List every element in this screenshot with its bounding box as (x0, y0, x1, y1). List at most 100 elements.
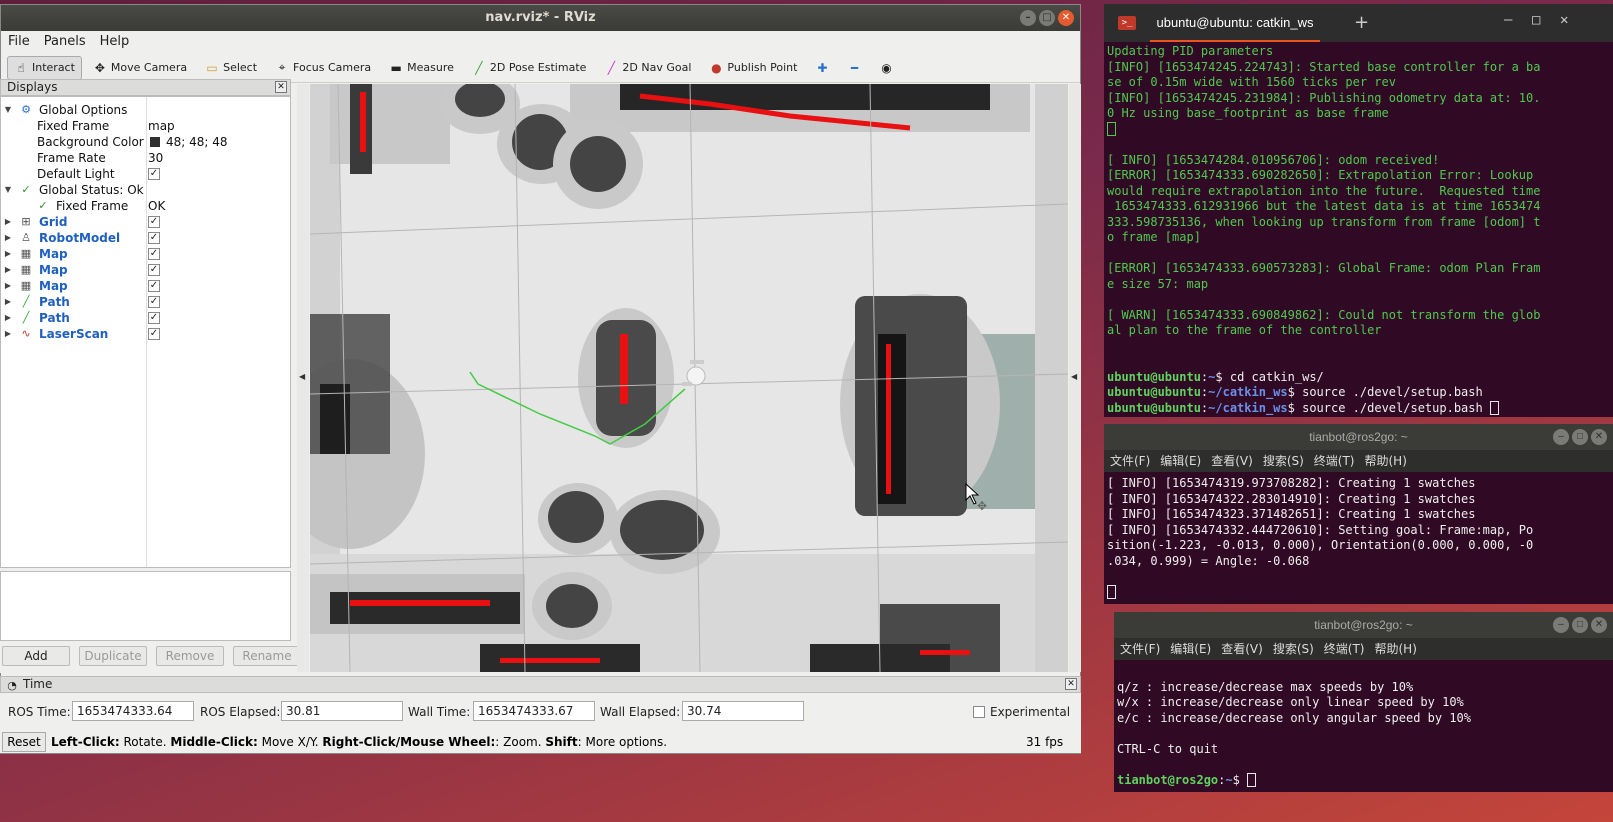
publish-point-tool[interactable]: ● Publish Point (702, 56, 804, 80)
add-tool-button[interactable]: ✚ (808, 56, 836, 80)
nav-goal-tool[interactable]: ╱ 2D Nav Goal (597, 56, 698, 80)
maximize-icon[interactable]: □ (1572, 429, 1588, 445)
left-splitter[interactable]: ◀ (297, 84, 309, 672)
expand-icon[interactable]: ▼ (3, 182, 13, 198)
remove-display-button[interactable]: Remove (156, 646, 224, 666)
render-view[interactable]: ✥ (310, 84, 1068, 672)
laserscan-checkbox[interactable]: ✓ (148, 328, 160, 340)
panel-close-icon[interactable]: ✕ (1065, 678, 1077, 690)
reset-button[interactable]: Reset (2, 732, 46, 752)
menu-file[interactable]: 文件(F) (1110, 450, 1150, 472)
wall-elapsed-field[interactable]: 30.74 (682, 701, 804, 721)
collapse-icon[interactable]: ▶ (3, 310, 13, 326)
tree-row-global-status[interactable]: ▼ ✓ Global Status: Ok (1, 182, 290, 198)
pose-estimate-tool[interactable]: ╱ 2D Pose Estimate (465, 56, 594, 80)
tree-row-background-color[interactable]: Background Color 48; 48; 48 (1, 134, 290, 150)
collapse-icon[interactable]: ▶ (3, 230, 13, 246)
map-canvas[interactable]: ✥ (310, 84, 1068, 672)
map-checkbox[interactable]: ✓ (148, 264, 160, 276)
map-checkbox[interactable]: ✓ (148, 280, 160, 292)
terminal-tab[interactable]: ubuntu@ubuntu: catkin_ws (1150, 4, 1320, 42)
maximize-icon[interactable]: □ (1532, 12, 1540, 28)
minimize-icon[interactable]: – (1553, 429, 1569, 445)
menu-help[interactable]: 帮助(H) (1365, 450, 1407, 472)
experimental-checkbox[interactable] (973, 706, 985, 718)
path-checkbox[interactable]: ✓ (148, 296, 160, 308)
menu-terminal[interactable]: 终端(T) (1314, 450, 1355, 472)
tree-row-global-options[interactable]: ▼ ⚙ Global Options (1, 102, 290, 118)
tree-row-map[interactable]: ▶ ▦ Map ✓ (1, 262, 290, 278)
tree-row-laserscan[interactable]: ▶ ∿ LaserScan ✓ (1, 326, 290, 342)
collapse-icon[interactable]: ▶ (3, 294, 13, 310)
rviz-titlebar[interactable]: nav.rviz* - RViz – □ ✕ (1, 5, 1080, 31)
collapse-icon[interactable]: ▶ (3, 246, 13, 262)
collapse-icon[interactable]: ▶ (3, 262, 13, 278)
tree-row-default-light[interactable]: Default Light ✓ (1, 166, 290, 182)
menu-file[interactable]: 文件(F) (1120, 638, 1160, 660)
tree-row-robotmodel[interactable]: ▶ ♙ RobotModel ✓ (1, 230, 290, 246)
terminal-window-teleop[interactable]: tianbot@ros2go: ~ – □ ✕ 文件(F) 编辑(E) 查看(V… (1114, 612, 1613, 792)
chevron-left-icon[interactable]: ◀ (299, 372, 305, 381)
interact-tool[interactable]: ☝ Interact (7, 55, 82, 80)
measure-tool[interactable]: ▬ Measure (382, 56, 461, 80)
menu-edit[interactable]: 编辑(E) (1170, 638, 1211, 660)
tree-row-path[interactable]: ▶ ╱ Path ✓ (1, 310, 290, 326)
menu-search[interactable]: 搜索(S) (1263, 450, 1304, 472)
collapse-icon[interactable]: ▶ (3, 326, 13, 342)
remove-tool-button[interactable]: ━ (840, 56, 868, 80)
map-checkbox[interactable]: ✓ (148, 248, 160, 260)
menu-terminal[interactable]: 终端(T) (1324, 638, 1365, 660)
move-camera-tool[interactable]: ✥ Move Camera (86, 56, 194, 80)
tree-row-frame-rate[interactable]: Frame Rate 30 (1, 150, 290, 166)
tree-row-map[interactable]: ▶ ▦ Map ✓ (1, 246, 290, 262)
ros-time-field[interactable]: 1653474333.64 (72, 701, 194, 721)
right-splitter[interactable]: ◀ (1069, 84, 1081, 672)
terminal-titlebar[interactable]: tianbot@ros2go: ~ – □ ✕ (1114, 612, 1613, 638)
duplicate-display-button[interactable]: Duplicate (79, 646, 147, 666)
close-icon[interactable]: ✕ (1591, 617, 1607, 633)
add-display-button[interactable]: Add (2, 646, 70, 666)
menu-help[interactable]: 帮助(H) (1375, 638, 1417, 660)
collapse-icon[interactable]: ▶ (3, 214, 13, 230)
menu-search[interactable]: 搜索(S) (1273, 638, 1314, 660)
select-tool[interactable]: ▭ Select (198, 56, 264, 80)
menu-view[interactable]: 查看(V) (1221, 638, 1263, 660)
minimize-icon[interactable]: – (1020, 10, 1036, 26)
close-icon[interactable]: ✕ (1058, 10, 1074, 26)
menu-panels[interactable]: Panels (44, 31, 86, 53)
color-swatch[interactable] (150, 137, 160, 147)
rename-display-button[interactable]: Rename (233, 646, 301, 666)
tool-properties-button[interactable]: ◉ (872, 56, 900, 80)
collapse-icon[interactable]: ▶ (3, 278, 13, 294)
terminal-window-tianbot[interactable]: tianbot@ros2go: ~ – □ ✕ 文件(F) 编辑(E) 查看(V… (1104, 424, 1613, 604)
tree-row-status-fixed-frame[interactable]: ✓ Fixed Frame OK (1, 198, 290, 214)
close-icon[interactable]: ✕ (1591, 429, 1607, 445)
tree-row-fixed-frame[interactable]: Fixed Frame map (1, 118, 290, 134)
maximize-icon[interactable]: □ (1572, 617, 1588, 633)
robotmodel-checkbox[interactable]: ✓ (148, 232, 160, 244)
expand-icon[interactable]: ▼ (3, 102, 13, 118)
tree-row-map[interactable]: ▶ ▦ Map ✓ (1, 278, 290, 294)
menu-view[interactable]: 查看(V) (1211, 450, 1253, 472)
tree-row-grid[interactable]: ▶ ⊞ Grid ✓ (1, 214, 290, 230)
minimize-icon[interactable]: – (1504, 12, 1512, 28)
menu-edit[interactable]: 编辑(E) (1160, 450, 1201, 472)
ros-elapsed-field[interactable]: 30.81 (281, 701, 403, 721)
focus-camera-tool[interactable]: ⌖ Focus Camera (268, 56, 378, 80)
terminal-output: [ INFO] [1653474319.973708282]: Creating… (1104, 472, 1613, 604)
path-checkbox[interactable]: ✓ (148, 312, 160, 324)
default-light-checkbox[interactable]: ✓ (148, 168, 160, 180)
minimize-icon[interactable]: – (1553, 617, 1569, 633)
new-tab-icon[interactable]: + (1354, 12, 1369, 33)
close-icon[interactable]: ✕ (1560, 12, 1568, 28)
grid-checkbox[interactable]: ✓ (148, 216, 160, 228)
menu-help[interactable]: Help (100, 31, 130, 53)
terminal-window-ubuntu[interactable]: >_ ubuntu@ubuntu: catkin_ws + – □ ✕ Upda… (1104, 4, 1613, 417)
tree-row-path[interactable]: ▶ ╱ Path ✓ (1, 294, 290, 310)
chevron-left-icon[interactable]: ◀ (1071, 372, 1077, 381)
maximize-icon[interactable]: □ (1039, 10, 1055, 26)
menu-file[interactable]: File (8, 31, 30, 53)
wall-time-field[interactable]: 1653474333.67 (473, 701, 595, 721)
panel-close-icon[interactable]: ✕ (275, 81, 287, 93)
terminal-titlebar[interactable]: tianbot@ros2go: ~ – □ ✕ (1104, 424, 1613, 450)
